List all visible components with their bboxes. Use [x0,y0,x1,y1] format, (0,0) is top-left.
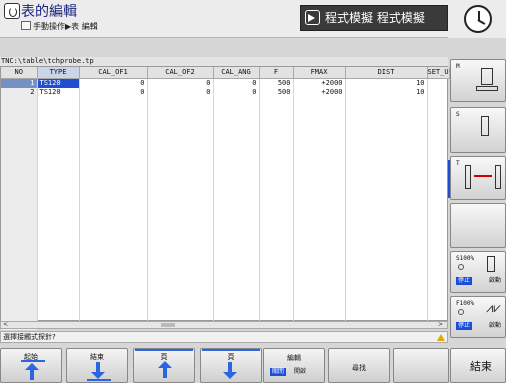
file-path: TNC:\table\tchprobe.tp [0,57,448,66]
s-key-label: S [456,111,460,118]
arrow-up-icon [158,361,172,378]
t-function-key[interactable]: T [448,156,506,200]
empty-bottom-softkey[interactable] [393,348,449,383]
page-down-label: 頁 [227,353,235,361]
table-row[interactable]: 1 TS120 0 0 0 500 +2000 10 [1,78,450,88]
column-header-dist[interactable]: DIST [345,67,428,79]
column-header-type[interactable]: TYPE [37,67,80,79]
cal-ang-cell[interactable]: 0 [213,78,260,88]
spindle-icon [481,116,489,136]
end-of-table-button[interactable]: 結束 [66,348,128,383]
table-header-row: NO TYPE CAL_OF1 CAL_OF2 CAL_ANG F FMAX D… [1,67,450,79]
end-label: 結束 [90,353,104,361]
column-header-fmax[interactable]: FMAX [293,67,346,79]
fmax-cell[interactable]: +2000 [293,78,346,88]
find-label: 尋找 [352,364,366,372]
f-cell[interactable]: 500 [259,87,294,97]
column-header-cal-of2[interactable]: CAL_OF2 [147,67,214,79]
fmax-cell[interactable]: +2000 [293,87,346,97]
feed-wave-icon: ⩘⩗ [486,301,501,316]
table-row[interactable]: 2 TS120 0 0 0 500 +2000 10 [1,87,450,97]
t-key-label: T [456,160,460,167]
mode-label: 程式模擬 程式模擬 [325,11,425,25]
type-cell[interactable]: TS120 [37,78,80,88]
cal-ang-cell[interactable]: 0 [213,87,260,97]
dist-cell[interactable]: 10 [345,78,428,88]
feed-override-key[interactable]: F100% ⩘⩗ 停止 啟動 [450,296,506,338]
m-key-label: M [456,63,460,70]
warning-icon [437,334,445,341]
cal-of1-cell[interactable]: 0 [79,87,148,97]
edit-on-label: 開啟 [294,368,307,375]
spindle-stop-label[interactable]: 停止 [456,277,473,285]
row-number-cell[interactable]: 2 [1,87,38,97]
swap-arrow-icon [474,175,492,177]
tool-icon [495,165,501,189]
bottom-bar-icon [87,379,111,381]
machine-icon [476,68,498,91]
cal-of2-cell[interactable]: 0 [147,78,214,88]
active-indicator [202,349,260,351]
breadcrumb: 手動操作▶表 編輯 [33,22,98,31]
program-run-icon [305,10,320,25]
arrow-up-icon [25,363,39,380]
dist-cell[interactable]: 10 [345,87,428,97]
spindle-start-label[interactable]: 啟動 [489,277,501,285]
spindle-percent: S100% [456,255,475,262]
column-header-cal-ang[interactable]: CAL_ANG [213,67,260,79]
probe-table: NO TYPE CAL_OF1 CAL_OF2 CAL_ANG F FMAX D… [0,66,450,330]
set-up-cell[interactable] [427,78,450,88]
edit-off-label: 關閉 [270,368,287,376]
feed-stop-label[interactable]: 停止 [456,322,473,330]
feed-percent: F100% [456,300,475,307]
arrow-down-icon [223,362,237,379]
knob-icon [458,264,464,270]
cal-of2-cell[interactable]: 0 [147,87,214,97]
feed-start-label[interactable]: 啟動 [489,322,501,330]
end-button-label: 結束 [470,360,492,373]
empty-softkey[interactable] [450,203,506,248]
type-cell[interactable]: TS120 [37,87,80,97]
page-up-button[interactable]: 頁 [133,348,195,383]
scroll-left-icon[interactable]: < [3,322,8,328]
arrow-down-icon [91,362,105,379]
table-empty-area [1,96,450,330]
column-header-f[interactable]: F [259,67,294,79]
screen: 表的編輯 手動操作▶表 編輯 程式模擬 程式模擬 TNC:\table\tchp… [0,0,506,383]
column-header-no[interactable]: NO [1,67,38,79]
power-icon [4,3,20,19]
page-title: 表的編輯 [21,4,77,20]
row-number-cell[interactable]: 1 [1,78,38,88]
clock-icon[interactable] [464,5,492,33]
page-down-button[interactable]: 頁 [200,348,262,383]
scroll-right-icon[interactable]: > [438,322,443,328]
edit-label: 編輯 [287,354,301,362]
horizontal-scrollbar[interactable]: < > [0,321,448,329]
begin-button[interactable]: 起始 [0,348,62,383]
table-icon [21,21,31,30]
tool-icon [465,165,471,189]
find-button[interactable]: 尋找 [328,348,390,383]
status-line: 選擇接觸式探針? [0,331,448,343]
edit-toggle-button[interactable]: 編輯 關閉 開啟 [263,348,325,383]
knob-icon [458,309,464,315]
scroll-thumb[interactable] [161,323,175,327]
f-cell[interactable]: 500 [259,78,294,88]
spindle-override-key[interactable]: S100% 停止 啟動 [450,251,506,293]
column-header-set-up[interactable]: SET_UP [427,67,450,79]
column-header-cal-of1[interactable]: CAL_OF1 [79,67,148,79]
cal-of1-cell[interactable]: 0 [79,78,148,88]
m-function-key[interactable]: M [450,59,506,102]
top-bar-icon [21,360,45,362]
set-up-cell[interactable] [427,87,450,97]
s-function-key[interactable]: S [450,107,506,153]
active-indicator [135,349,193,351]
spindle-icon [487,256,495,272]
